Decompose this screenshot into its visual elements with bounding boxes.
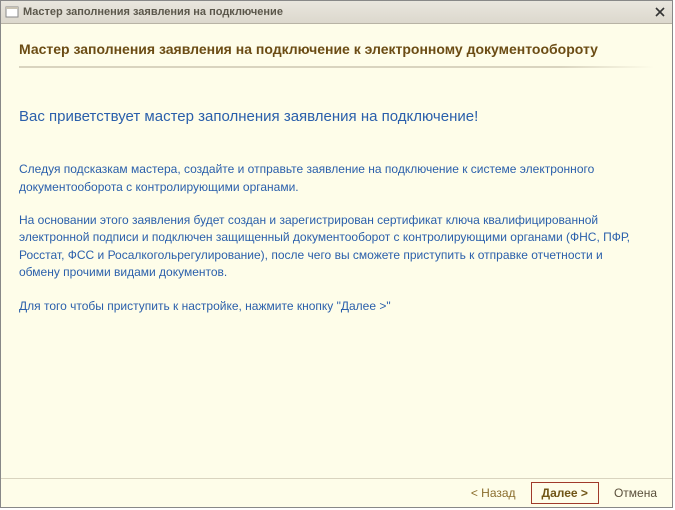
wizard-footer: < Назад Далее > Отмена <box>1 478 672 507</box>
paragraph-3: Для того чтобы приступить к настройке, н… <box>19 298 639 315</box>
close-button[interactable] <box>652 4 668 20</box>
wizard-window: Мастер заполнения заявления на подключен… <box>0 0 673 508</box>
close-icon <box>655 7 665 17</box>
paragraph-2: На основании этого заявления будет созда… <box>19 212 639 282</box>
wizard-content: Мастер заполнения заявления на подключен… <box>1 24 672 478</box>
cancel-button[interactable]: Отмена <box>605 483 666 503</box>
page-heading: Мастер заполнения заявления на подключен… <box>19 40 654 58</box>
welcome-text: Вас приветствует мастер заполнения заявл… <box>19 108 654 125</box>
heading-divider <box>19 66 654 68</box>
back-button[interactable]: < Назад <box>462 483 525 503</box>
window-title: Мастер заполнения заявления на подключен… <box>23 6 652 18</box>
window-icon <box>5 5 19 19</box>
paragraph-1: Следуя подсказкам мастера, создайте и от… <box>19 161 639 196</box>
titlebar: Мастер заполнения заявления на подключен… <box>1 1 672 24</box>
next-button[interactable]: Далее > <box>531 482 599 504</box>
